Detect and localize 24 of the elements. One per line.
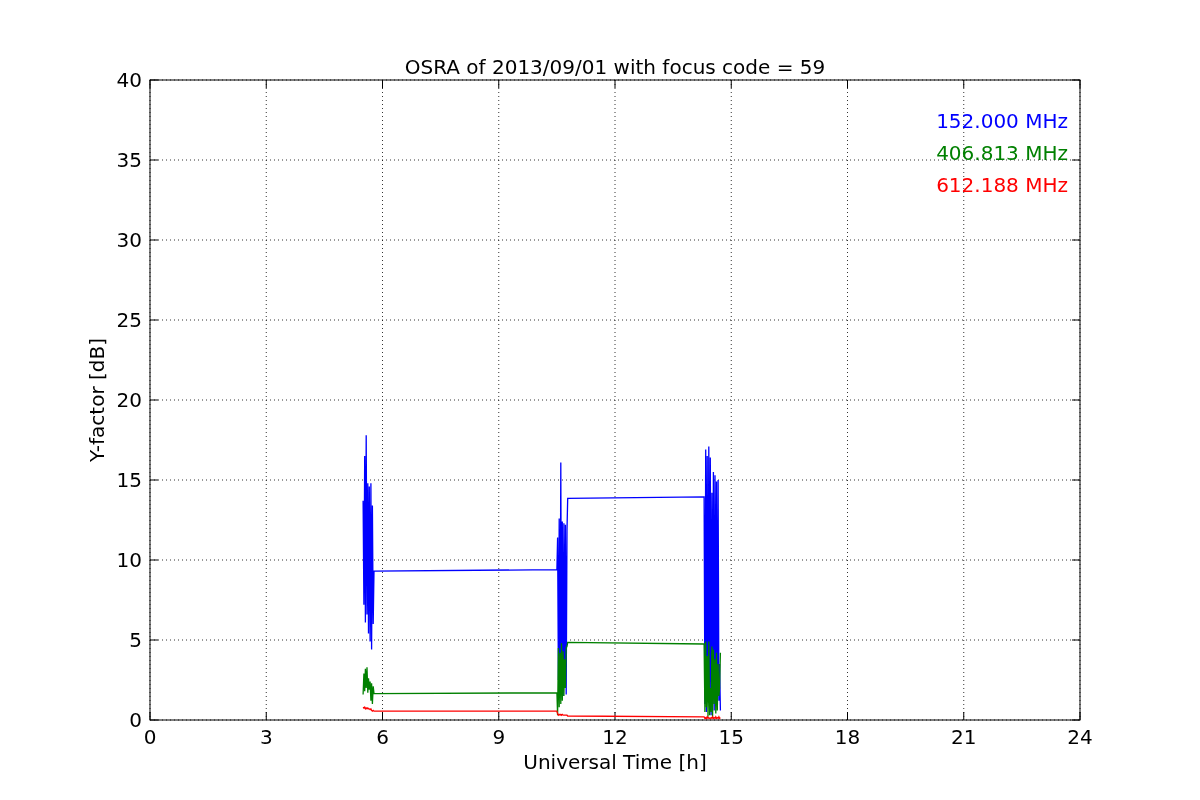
tick-label: 24 [1067, 725, 1093, 749]
tick-label: 30 [116, 228, 142, 252]
axis-label: Y-factor [dB] [85, 338, 109, 462]
legend-label: 406.813 MHz [936, 141, 1068, 165]
tick-label: 0 [143, 725, 157, 749]
legend-label: 152.000 MHz [936, 109, 1068, 133]
tick-label: 10 [116, 548, 142, 572]
tick-label: 9 [492, 725, 506, 749]
tick-label: 18 [834, 725, 861, 749]
legend-label: 612.188 MHz [936, 173, 1068, 197]
tick-label: 21 [951, 725, 977, 749]
tick-label: 20 [116, 388, 142, 412]
tick-label: 5 [129, 628, 142, 652]
tick-label: 15 [718, 725, 744, 749]
tick-label: 35 [116, 148, 142, 172]
tick-label: 15 [116, 468, 142, 492]
tick-label: 25 [116, 308, 142, 332]
tick-label: 12 [602, 725, 628, 749]
tick-label: 40 [116, 68, 142, 92]
tick-label: 6 [376, 725, 389, 749]
tick-label: 0 [129, 708, 142, 732]
chart-title: OSRA of 2013/09/01 with focus code = 59 [404, 55, 826, 79]
tick-label: 3 [259, 725, 273, 749]
axis-label: Universal Time [h] [523, 750, 707, 774]
